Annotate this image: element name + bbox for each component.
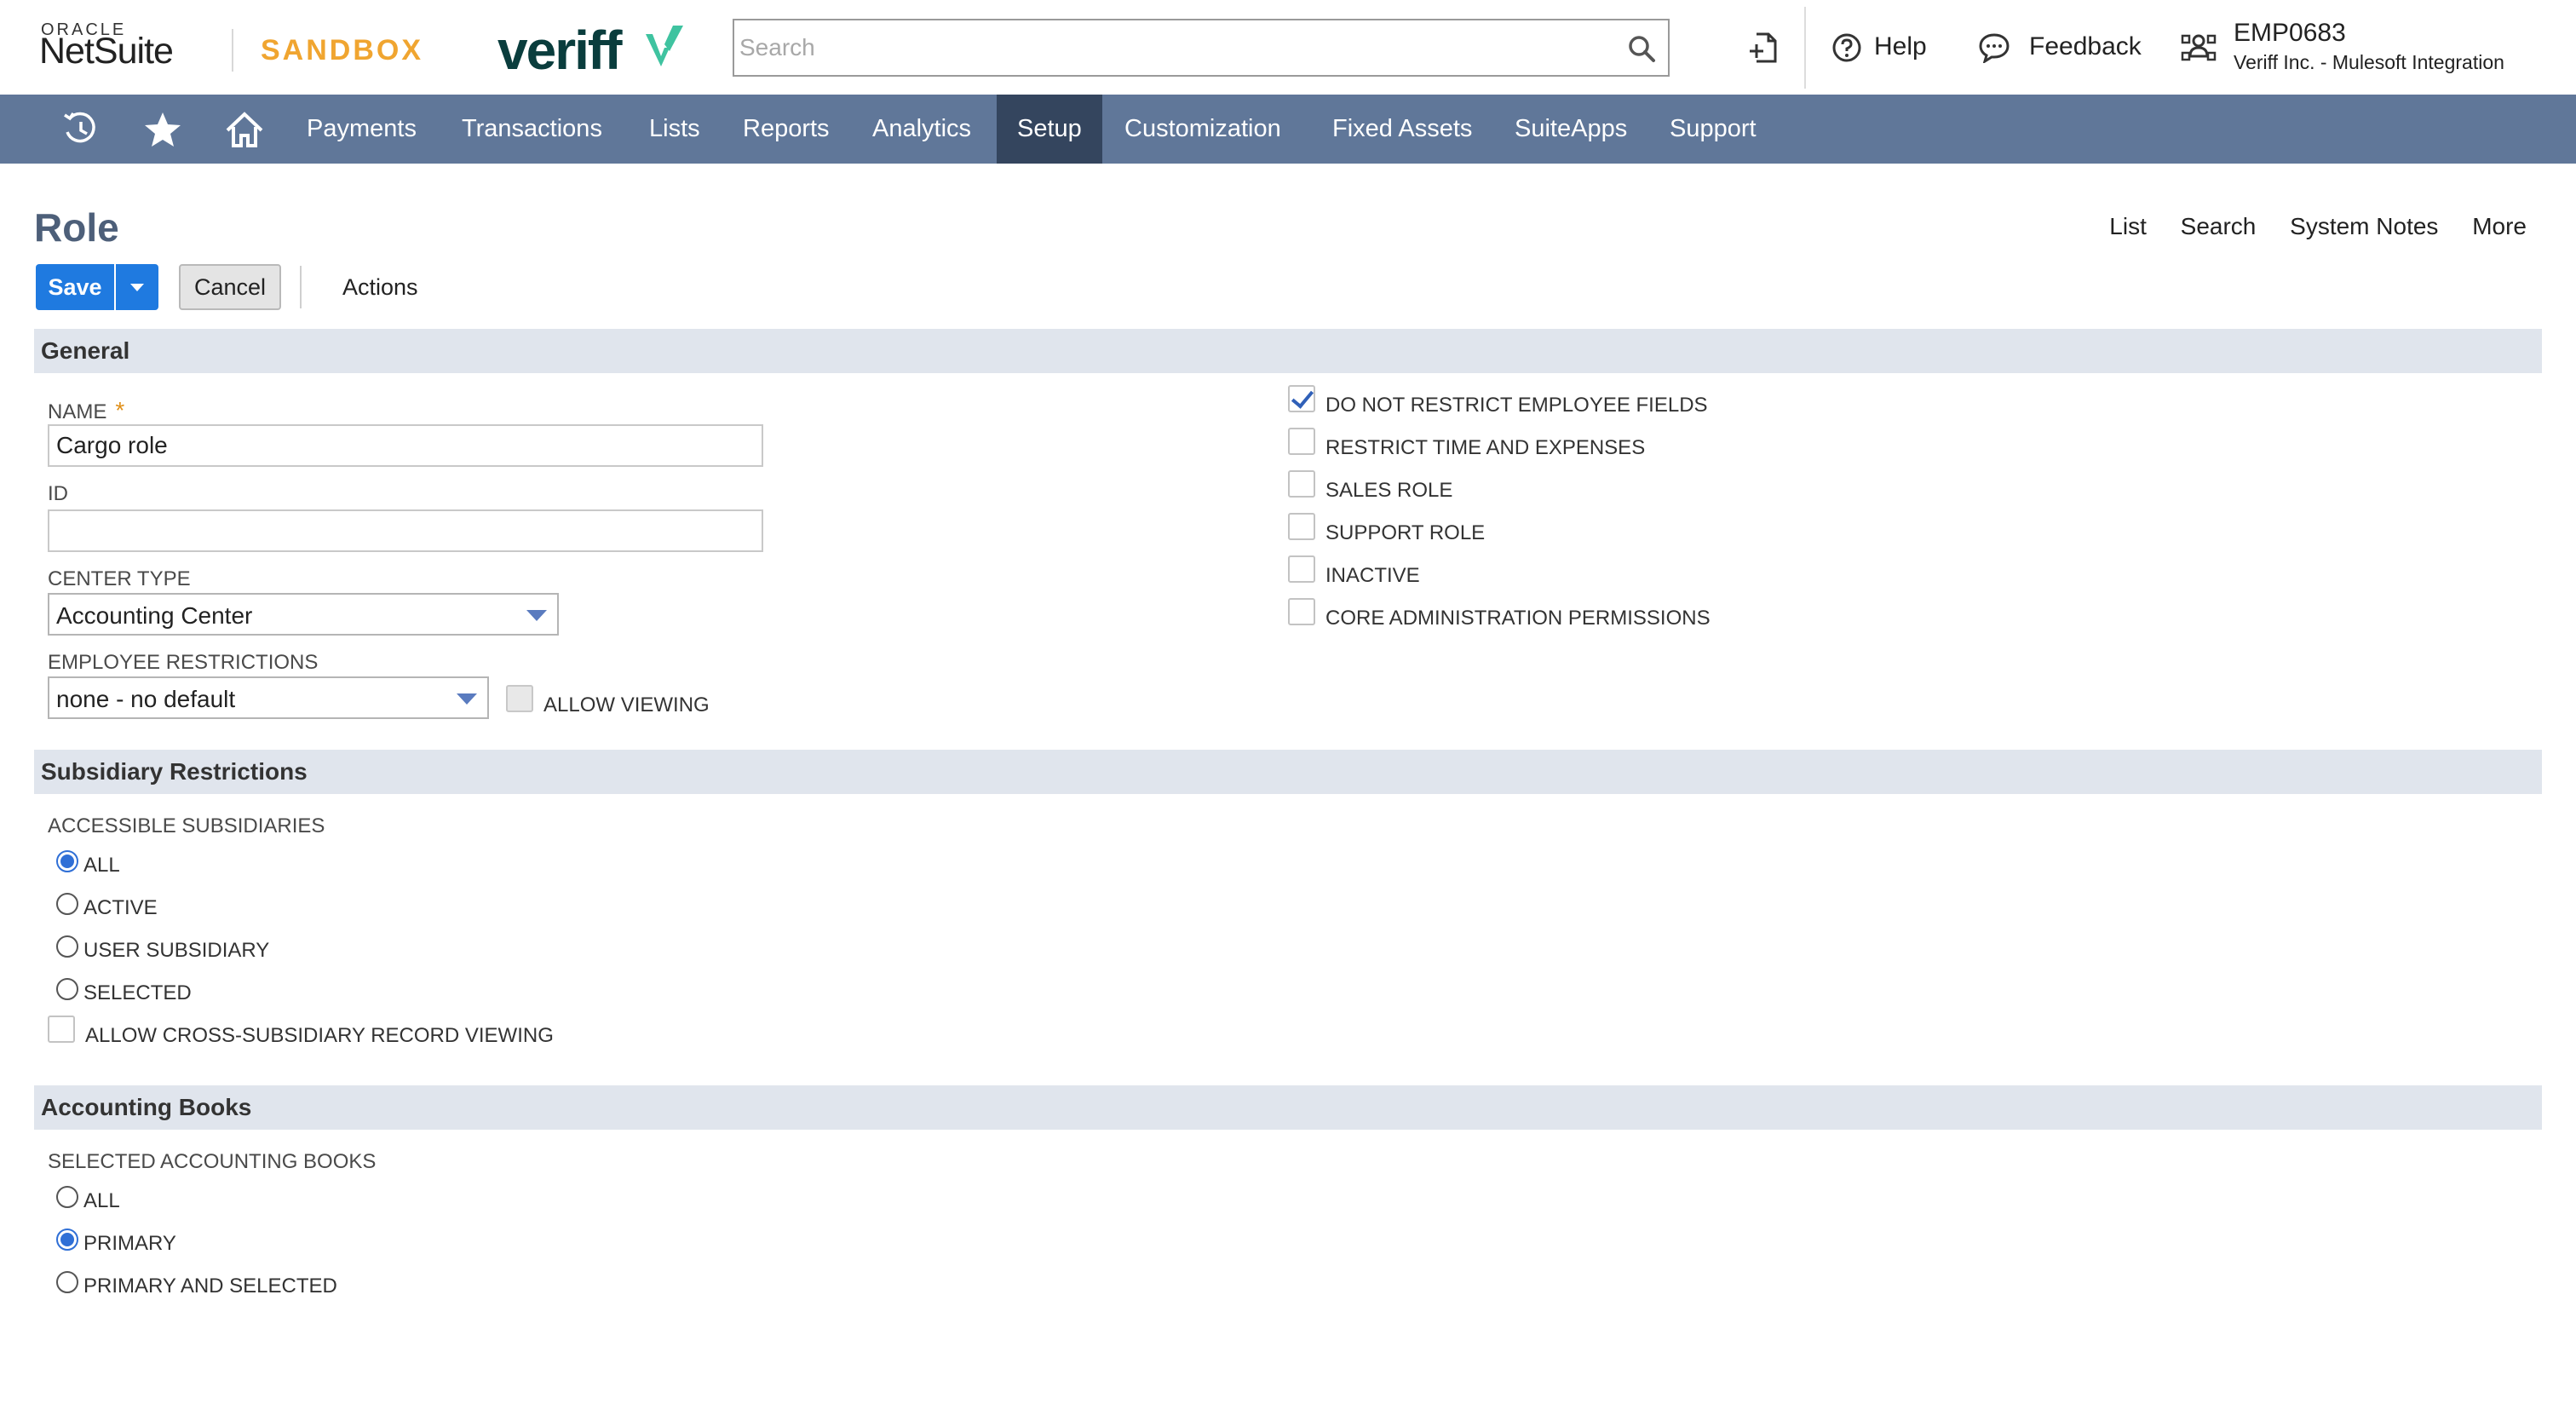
save-dropdown-chevron-down-icon[interactable]: [116, 264, 158, 310]
employee-restrictions-select[interactable]: none - no default: [48, 676, 489, 719]
search-link[interactable]: Search: [2181, 213, 2257, 239]
do-not-restrict-employee-fields-checkbox[interactable]: [1288, 385, 1315, 412]
sandbox-badge: SANDBOX: [261, 34, 424, 66]
nav-lists[interactable]: Lists: [629, 95, 721, 164]
system-notes-link[interactable]: System Notes: [2290, 213, 2438, 239]
id-input[interactable]: [48, 509, 763, 552]
employee-restrictions-label: EMPLOYEE RESTRICTIONS: [48, 651, 319, 674]
list-link[interactable]: List: [2109, 213, 2147, 239]
subsidiary-active-radio[interactable]: [56, 893, 78, 915]
books-all-label: ALL: [83, 1189, 120, 1212]
save-button[interactable]: Save: [36, 264, 114, 310]
books-primary-radio[interactable]: [56, 1228, 78, 1251]
nav-reports[interactable]: Reports: [722, 95, 850, 164]
nav-transactions[interactable]: Transactions: [441, 95, 623, 164]
sales-role-label: SALES ROLE: [1325, 479, 1453, 502]
id-label: ID: [48, 482, 68, 505]
nav-suiteapps[interactable]: SuiteApps: [1494, 95, 1647, 164]
center-type-label: CENTER TYPE: [48, 567, 191, 590]
books-primary-and-selected-label: PRIMARY AND SELECTED: [83, 1275, 337, 1298]
home-icon[interactable]: [225, 110, 264, 149]
nav-support[interactable]: Support: [1649, 95, 1777, 164]
subsidiary-section-title: Subsidiary Restrictions: [41, 758, 308, 785]
help-link[interactable]: Help: [1874, 32, 1927, 61]
header-divider: [1804, 7, 1806, 89]
nav-setup[interactable]: Setup: [997, 95, 1102, 164]
actions-menu[interactable]: Actions: [342, 274, 418, 301]
record-links: List Search System Notes More: [2082, 213, 2527, 240]
subsidiary-section-header[interactable]: Subsidiary Restrictions: [34, 750, 2542, 794]
subsidiary-user-label: USER SUBSIDIARY: [83, 939, 270, 962]
page-title: Role: [34, 205, 119, 250]
help-icon[interactable]: [1831, 32, 1862, 63]
cancel-button[interactable]: Cancel: [179, 264, 281, 310]
center-type-select[interactable]: Accounting Center: [48, 593, 559, 636]
recent-history-icon[interactable]: [61, 110, 101, 149]
allow-viewing-checkbox[interactable]: [506, 685, 533, 712]
name-label: NAME *: [48, 397, 124, 424]
general-section-title: General: [41, 337, 130, 364]
accounting-books-section-title: Accounting Books: [41, 1094, 252, 1120]
user-id[interactable]: EMP0683: [2234, 19, 2346, 48]
actions-divider: [300, 266, 302, 308]
star-icon[interactable]: [143, 110, 182, 149]
chevron-down-icon: [526, 610, 547, 621]
name-input[interactable]: [48, 424, 763, 467]
restrict-time-expenses-checkbox[interactable]: [1288, 428, 1315, 455]
nav-customization[interactable]: Customization: [1104, 95, 1302, 164]
center-type-value: Accounting Center: [56, 602, 253, 629]
accessible-subsidiaries-label: ACCESSIBLE SUBSIDIARIES: [48, 814, 325, 837]
user-roles-icon[interactable]: [2181, 31, 2217, 65]
allow-viewing-label: ALLOW VIEWING: [543, 693, 710, 716]
books-primary-and-selected-radio[interactable]: [56, 1271, 78, 1293]
subsidiary-selected-radio[interactable]: [56, 978, 78, 1000]
subsidiary-all-radio[interactable]: [56, 850, 78, 872]
cross-subsidiary-checkbox[interactable]: [48, 1016, 75, 1043]
core-admin-permissions-checkbox[interactable]: [1288, 598, 1315, 625]
restrict-time-expenses-label: RESTRICT TIME AND EXPENSES: [1325, 436, 1646, 459]
veriff-mark-icon: [646, 26, 683, 66]
general-section-header[interactable]: General: [34, 329, 2542, 373]
required-star: *: [115, 397, 125, 423]
chevron-down-icon: [457, 693, 477, 705]
logo-divider: [232, 29, 233, 72]
support-role-label: SUPPORT ROLE: [1325, 521, 1486, 544]
recent-records-icon[interactable]: [1748, 31, 1782, 65]
search-input[interactable]: [739, 26, 1591, 70]
books-primary-label: PRIMARY: [83, 1232, 176, 1255]
employee-restrictions-value: none - no default: [56, 686, 236, 712]
core-admin-permissions-label: CORE ADMINISTRATION PERMISSIONS: [1325, 607, 1711, 630]
subsidiary-all-label: ALL: [83, 854, 120, 877]
top-header: ORACLE NetSuite SANDBOX veriff Help Feed…: [0, 0, 2576, 95]
more-link[interactable]: More: [2472, 213, 2527, 239]
support-role-checkbox[interactable]: [1288, 513, 1315, 540]
subsidiary-user-radio[interactable]: [56, 935, 78, 958]
veriff-logo: veriff: [497, 20, 622, 81]
inactive-label: INACTIVE: [1325, 564, 1420, 587]
nav-payments[interactable]: Payments: [286, 95, 437, 164]
accounting-books-section-header[interactable]: Accounting Books: [34, 1085, 2542, 1130]
inactive-checkbox[interactable]: [1288, 555, 1315, 583]
netsuite-logo[interactable]: NetSuite: [39, 31, 174, 72]
books-all-radio[interactable]: [56, 1186, 78, 1208]
name-label-text: NAME: [48, 400, 107, 423]
sales-role-checkbox[interactable]: [1288, 470, 1315, 498]
nav-fixed-assets[interactable]: Fixed Assets: [1312, 95, 1492, 164]
global-search[interactable]: [733, 19, 1670, 77]
search-icon[interactable]: [1627, 34, 1656, 63]
cross-subsidiary-label: ALLOW CROSS-SUBSIDIARY RECORD VIEWING: [85, 1024, 554, 1047]
nav-analytics[interactable]: Analytics: [852, 95, 992, 164]
do-not-restrict-employee-fields-label: DO NOT RESTRICT EMPLOYEE FIELDS: [1325, 394, 1708, 417]
subsidiary-active-label: ACTIVE: [83, 896, 158, 919]
main-navigation: Payments Transactions Lists Reports Anal…: [0, 95, 2576, 164]
feedback-icon[interactable]: [1978, 32, 2010, 63]
feedback-link[interactable]: Feedback: [2029, 32, 2142, 61]
user-organization[interactable]: Veriff Inc. - Mulesoft Integration: [2234, 51, 2504, 74]
subsidiary-selected-label: SELECTED: [83, 981, 192, 1004]
selected-accounting-books-label: SELECTED ACCOUNTING BOOKS: [48, 1150, 377, 1173]
